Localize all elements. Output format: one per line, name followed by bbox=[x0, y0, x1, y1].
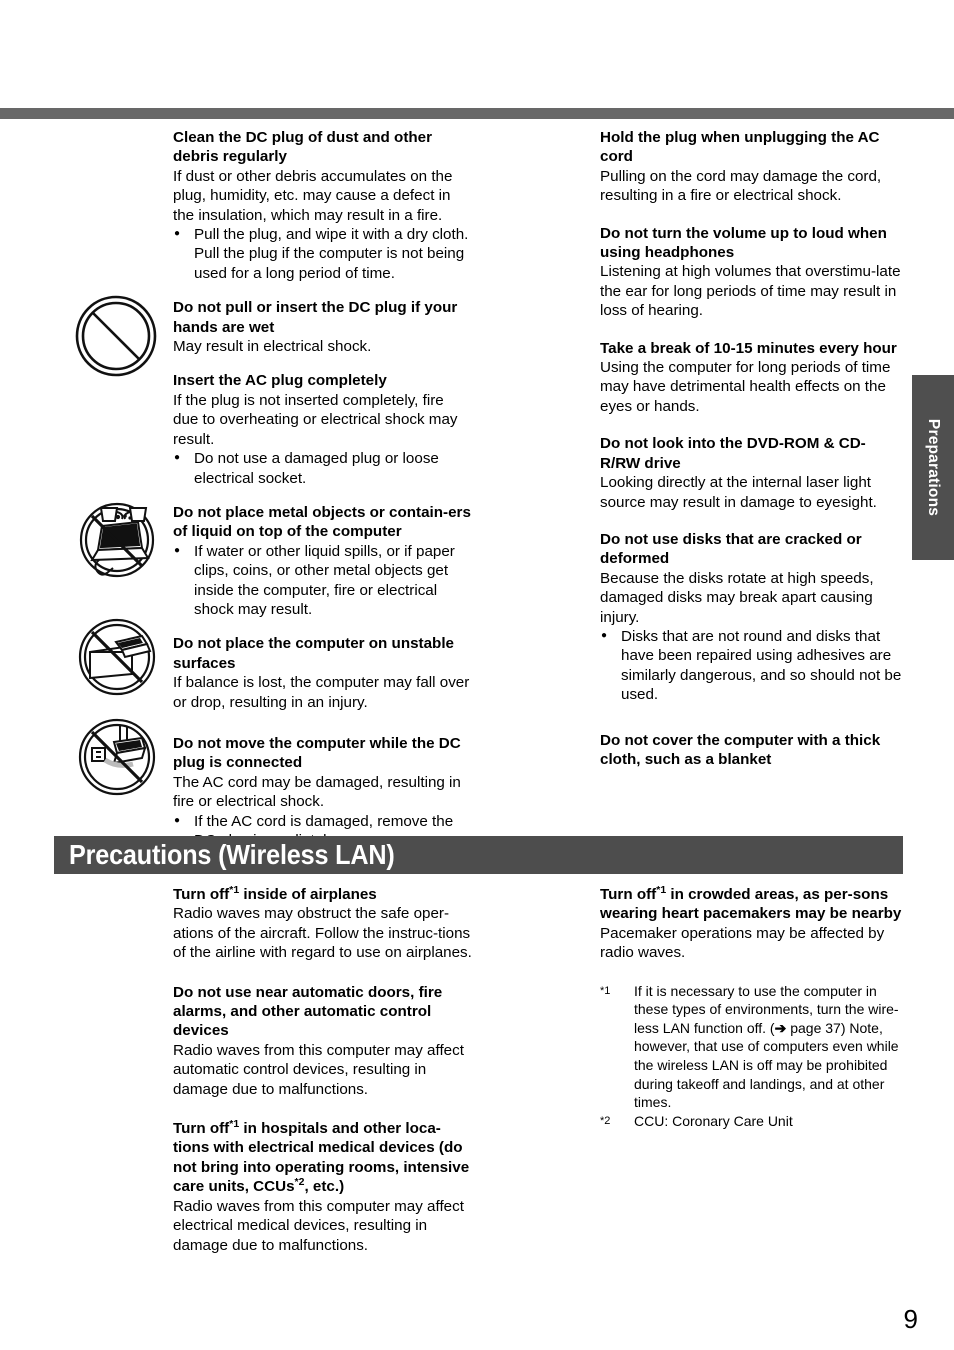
top-section-left-column: Clean the DC plug of dust and other debr… bbox=[173, 128, 472, 850]
advice-block: Do not turn the volume up to loud when u… bbox=[600, 224, 902, 321]
advice-body: Radio waves from this computer may affec… bbox=[173, 1197, 464, 1254]
advice-body: Using the computer for long periods of t… bbox=[600, 359, 891, 415]
advice-bullets: Do not use a damaged plug or loose elect… bbox=[173, 448, 472, 488]
footnote-marker: *1 bbox=[229, 1118, 240, 1130]
footnote-marker: *1 bbox=[600, 982, 610, 1001]
wireless-section-right-column: Turn off*1 in crowded areas, as per-sons… bbox=[600, 885, 902, 1130]
advice-body: Because the disks rotate at high speeds,… bbox=[600, 569, 874, 626]
top-rule-bar bbox=[0, 108, 954, 119]
advice-body: Pulling on the cord may damage the cord,… bbox=[600, 167, 882, 205]
advice-block: Turn off*1 inside of airplanes Radio wav… bbox=[173, 885, 472, 963]
advice-heading: Do not move the computer while the DC pl… bbox=[173, 734, 461, 772]
advice-heading: Turn off*1 inside of airplanes bbox=[173, 885, 472, 904]
advice-heading: Do not look into the DVD-ROM & CD-R/RW d… bbox=[600, 435, 866, 472]
footnote-marker-text: *2 bbox=[600, 1114, 611, 1127]
footnote-marker-2: *2 bbox=[294, 1176, 305, 1189]
advice-heading: Turn off*1 in crowded areas, as per-sons… bbox=[600, 885, 902, 924]
advice-heading: Do not place metal objects or contain-​e… bbox=[173, 503, 471, 541]
advice-body: If balance is lost, the computer may fal… bbox=[173, 674, 470, 711]
advice-body: Pacemaker operations may be affected by … bbox=[600, 924, 885, 962]
advice-heading: Turn off*1 in hospitals and other loca-t… bbox=[173, 1119, 472, 1197]
advice-body: Listening at high volumes that overstimu… bbox=[600, 263, 901, 320]
top-section-right-column: Hold the plug when unplugging the AC cor… bbox=[600, 128, 902, 769]
advice-heading: Do not use disks that are cracked or def… bbox=[600, 530, 862, 568]
heading-text-cont: inside of airplanes bbox=[239, 886, 377, 903]
advice-body: Radio waves from this computer may affec… bbox=[173, 1041, 464, 1098]
heading-text: Turn off bbox=[173, 1120, 230, 1138]
advice-heading: Insert the AC plug completely bbox=[173, 372, 387, 390]
advice-body: Radio waves may obstruct the safe oper-a… bbox=[173, 905, 472, 962]
arrow-right-icon: ➔ bbox=[774, 1019, 787, 1036]
side-tab-preparations: Preparations bbox=[912, 375, 954, 560]
advice-heading: Hold the plug when unplugging the AC cor… bbox=[600, 129, 880, 166]
advice-block: Do not cover the computer with a thick c… bbox=[600, 731, 902, 770]
prohibition-sign-icon bbox=[72, 292, 160, 380]
advice-block: Do not look into the DVD-ROM & CD-R/RW d… bbox=[600, 434, 902, 512]
advice-heading: Do not use near automatic doors, fire al… bbox=[173, 983, 443, 1040]
advice-block: Do not pull or insert the DC plug if you… bbox=[173, 298, 472, 356]
no-move-with-dc-plug-icon bbox=[72, 712, 160, 800]
advice-heading: Do not cover the computer with a thick c… bbox=[600, 731, 881, 768]
advice-bullets: If water or other liquid spills, or if p… bbox=[173, 541, 472, 620]
footnote-row: *1 If it is necessary to use the computer… bbox=[600, 982, 902, 1112]
page-number: 9 bbox=[903, 1304, 918, 1334]
advice-block: Do not place the computer on unstable su… bbox=[173, 634, 472, 712]
side-tab-label: Preparations bbox=[925, 418, 942, 517]
advice-block: Clean the DC plug of dust and other debr… bbox=[173, 128, 472, 283]
wireless-section-left-column: Turn off*1 inside of airplanes Radio wav… bbox=[173, 885, 472, 1255]
advice-heading: Do not turn the volume up to loud when u… bbox=[600, 224, 887, 262]
advice-block: Hold the plug when unplugging the AC cor… bbox=[600, 128, 902, 206]
list-item: Pull the plug, and wipe it with a dry cl… bbox=[173, 224, 472, 283]
list-item: Do not use a damaged plug or loose elect… bbox=[173, 448, 472, 488]
footnote-marker: *2 bbox=[600, 1112, 610, 1131]
section-header-title: Precautions (Wireless LAN) bbox=[69, 839, 395, 870]
heading-text-cont2: , etc.) bbox=[304, 1178, 345, 1196]
advice-block: Do not place metal objects or contain-​e… bbox=[173, 503, 472, 619]
heading-text: Turn off bbox=[600, 886, 657, 903]
advice-block: Do not use near automatic doors, fire al… bbox=[173, 983, 472, 1099]
advice-block: Turn off*1 in crowded areas, as per-sons… bbox=[600, 885, 902, 963]
list-item: If water or other liquid spills, or if p… bbox=[173, 541, 472, 620]
list-item: Disks that are not round and disks that … bbox=[600, 626, 902, 705]
advice-bullets: Pull the plug, and wipe it with a dry cl… bbox=[173, 224, 472, 283]
heading-text: Turn off bbox=[173, 886, 230, 903]
advice-heading: Take a break of 10-15 minutes every hour bbox=[600, 339, 897, 357]
footnote-list: *1 If it is necessary to use the computer… bbox=[600, 982, 902, 1131]
advice-block: Do not move the computer while the DC pl… bbox=[173, 734, 472, 850]
footnote-row: *2 CCU: Coronary Care Unit bbox=[600, 1112, 902, 1131]
advice-body: Looking directly at the internal laser l… bbox=[600, 474, 877, 511]
no-liquid-on-computer-icon bbox=[72, 492, 160, 580]
advice-block: Do not use disks that are cracked or def… bbox=[600, 530, 902, 705]
section-header-precautions-wireless-lan: Precautions (Wireless LAN) bbox=[54, 836, 903, 874]
footnote-marker: *1 bbox=[229, 883, 240, 896]
footnote-text-before: CCU: Coronary Care Unit bbox=[634, 1112, 793, 1129]
no-unstable-surface-icon bbox=[72, 612, 160, 700]
footnote-marker: *1 bbox=[656, 883, 667, 896]
advice-body: May result in electrical shock. bbox=[173, 338, 372, 356]
advice-body: If the plug is not inserted completely, … bbox=[173, 391, 458, 448]
footnote-marker-text: *1 bbox=[600, 984, 611, 997]
advice-block: Insert the AC plug completely If the plu… bbox=[173, 371, 472, 487]
advice-block: Take a break of 10-15 minutes every hour… bbox=[600, 339, 902, 417]
advice-body: The AC cord may be damaged, resulting in… bbox=[173, 773, 461, 811]
advice-heading: Do not pull or insert the DC plug if you… bbox=[173, 299, 458, 336]
advice-heading: Do not place the computer on unstable su… bbox=[173, 635, 454, 672]
advice-heading: Clean the DC plug of dust and other debr… bbox=[173, 129, 433, 166]
advice-bullets: Disks that are not round and disks that … bbox=[600, 626, 902, 705]
advice-block: Turn off*1 in hospitals and other loca-t… bbox=[173, 1119, 472, 1255]
advice-body: If dust or other debris accumulates on t… bbox=[173, 167, 453, 224]
